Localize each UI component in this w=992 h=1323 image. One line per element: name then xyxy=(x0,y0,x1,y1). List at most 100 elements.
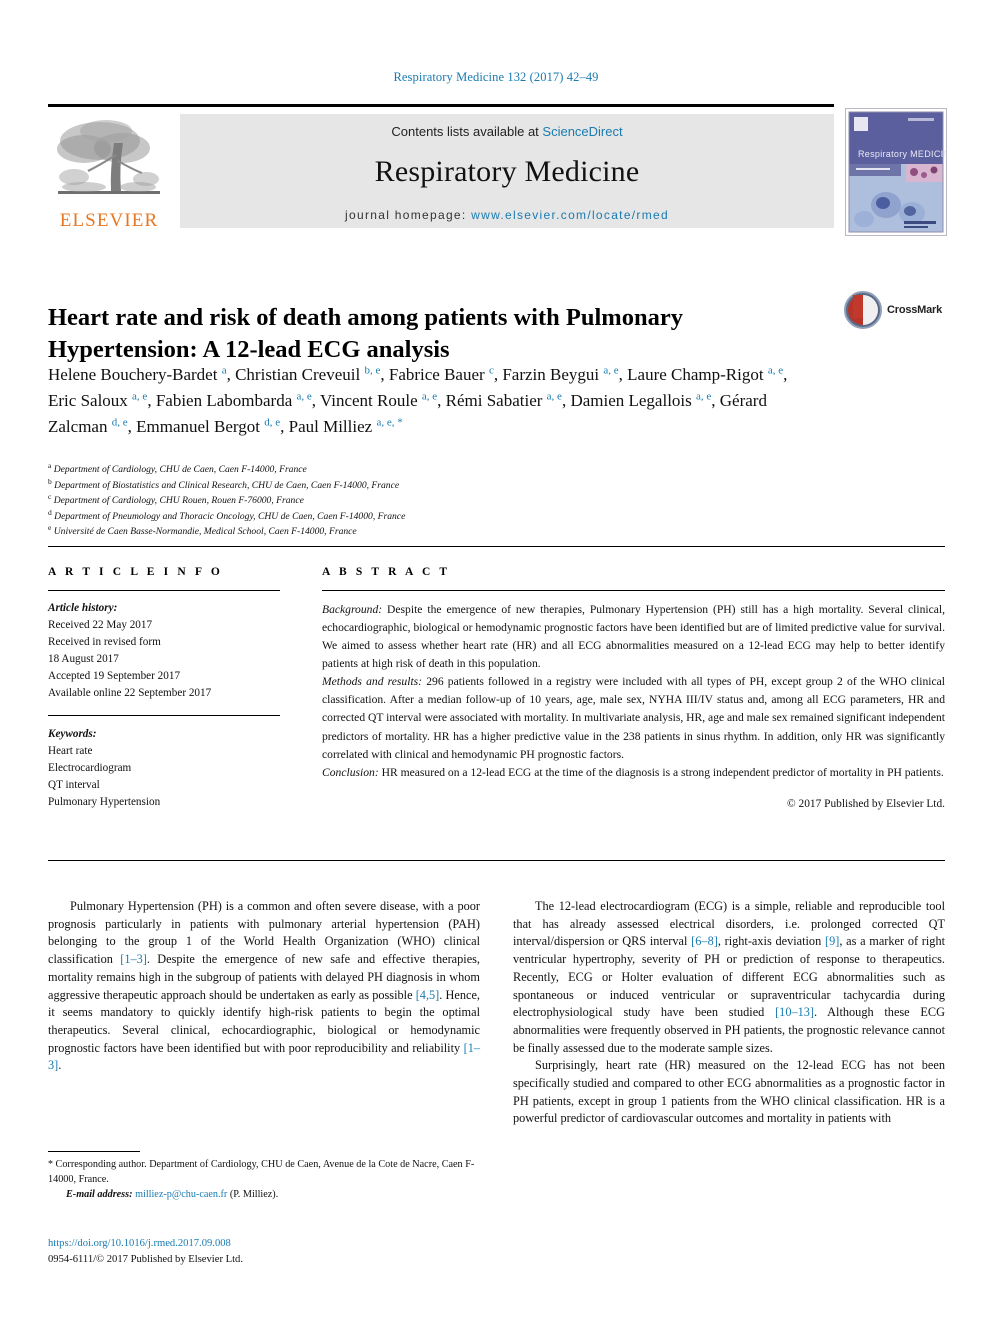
author-name[interactable]: Paul Milliez xyxy=(289,417,377,436)
footnote-rule xyxy=(48,1151,140,1152)
article-history: Article history: Received 22 May 2017 Re… xyxy=(48,600,280,702)
crossmark-badge[interactable]: CrossMark xyxy=(843,288,947,332)
history-item: Received 22 May 2017 xyxy=(48,619,153,632)
author-name[interactable]: Christian Creveuil xyxy=(235,365,364,384)
article-history-label: Article history: xyxy=(48,602,118,614)
sciencedirect-link[interactable]: ScienceDirect xyxy=(542,124,622,139)
affiliation-list: a Department of Cardiology, CHU de Caen,… xyxy=(48,462,748,540)
article-info-column: A R T I C L E I N F O Article history: R… xyxy=(48,566,280,811)
author-affiliation-mark: a, e xyxy=(421,390,438,403)
abstract-conclusion-text: HR measured on a 12-lead ECG at the time… xyxy=(378,765,944,779)
crossmark-icon xyxy=(844,291,882,329)
elsevier-tree-icon xyxy=(57,120,160,194)
abstract-background-label: Background: xyxy=(322,603,383,616)
keyword-item: Electrocardiogram xyxy=(48,762,132,775)
abstract-methods-label: Methods and results: xyxy=(322,675,423,689)
homepage-prefix: journal homepage: xyxy=(345,208,472,222)
affiliation-item: e Université de Caen Basse-Normandie, Me… xyxy=(48,524,748,540)
author-name[interactable]: Vincent Roule xyxy=(320,391,422,410)
abstract-body: Background: Despite the emergence of new… xyxy=(322,601,945,814)
abstract-background: Background: Despite the emergence of new… xyxy=(322,601,945,673)
abstract-conclusion: Conclusion: HR measured on a 12-lead ECG… xyxy=(322,764,945,782)
body-text: . xyxy=(58,1058,62,1073)
affiliation-item: c Department of Cardiology, CHU Rouen, R… xyxy=(48,493,748,509)
article-info-heading: A R T I C L E I N F O xyxy=(48,566,223,578)
corresponding-author-line: * Corresponding author. Department of Ca… xyxy=(48,1158,480,1188)
author-affiliation-mark: d, e xyxy=(264,416,281,428)
running-head: Respiratory Medicine 132 (2017) 42–49 xyxy=(393,70,599,84)
masthead-top-rule xyxy=(48,104,834,107)
body-paragraph: The 12-lead electrocardiogram (ECG) is a… xyxy=(513,898,945,1057)
body-paragraph: Pulmonary Hypertension (PH) is a common … xyxy=(48,898,480,1075)
keyword-item: Pulmonary Hypertension xyxy=(48,796,161,809)
email-line: E-mail address: milliez-p@chu-caen.fr (P… xyxy=(48,1188,480,1203)
imprint-block: https://doi.org/10.1016/j.rmed.2017.09.0… xyxy=(48,1236,480,1268)
author-affiliation-mark: a, e, * xyxy=(376,416,403,428)
elsevier-logo: ELSEVIER xyxy=(48,110,170,232)
body-text: , right-axis deviation xyxy=(717,934,825,949)
abstract-band-bottom-rule xyxy=(48,860,945,861)
citation-ref[interactable]: [9] xyxy=(825,934,839,948)
affiliation-item: a Department of Cardiology, CHU de Caen,… xyxy=(48,462,748,478)
author-affiliation-mark: c xyxy=(488,364,494,377)
abstract-methods: Methods and results: 296 patients follow… xyxy=(322,673,945,763)
author-affiliation-mark: a, e xyxy=(696,390,712,403)
citation-ref[interactable]: [4,5] xyxy=(416,988,440,1002)
author-affiliation-mark: a, e xyxy=(767,364,784,377)
keyword-item: QT interval xyxy=(48,779,100,792)
author-affiliation-mark: a, e xyxy=(132,390,148,403)
author-name[interactable]: Farzin Beygui xyxy=(502,365,603,384)
journal-band: Contents lists available at ScienceDirec… xyxy=(180,114,834,228)
journal-cover-thumbnail: Respiratory MEDICINE xyxy=(845,108,947,236)
author-name[interactable]: Eric Saloux xyxy=(48,391,132,410)
abstract-copyright: © 2017 Published by Elsevier Ltd. xyxy=(787,797,945,810)
issn-copyright: 0954-6111/© 2017 Published by Elsevier L… xyxy=(48,1253,243,1265)
abstract-background-text: Despite the emergence of new therapies, … xyxy=(322,603,945,671)
contents-prefix: Contents lists available at xyxy=(391,124,543,139)
affiliation-text: Department of Cardiology, CHU Rouen, Rou… xyxy=(51,495,304,507)
author-affiliation-mark: a xyxy=(221,364,227,377)
journal-cover-image: Respiratory MEDICINE xyxy=(846,109,946,235)
author-name[interactable]: Helene Bouchery-Bardet xyxy=(48,365,222,384)
affiliation-text: Université de Caen Basse-Normandie, Medi… xyxy=(51,526,357,538)
citation-ref[interactable]: [6–8] xyxy=(691,934,718,948)
abstract-heading: A B S T R A C T xyxy=(322,566,451,578)
journal-title: Respiratory Medicine xyxy=(374,155,640,188)
email-label: E-mail address: xyxy=(66,1188,133,1200)
doi-link[interactable]: https://doi.org/10.1016/j.rmed.2017.09.0… xyxy=(48,1236,480,1252)
history-item: Received in revised form xyxy=(48,636,161,649)
author-name[interactable]: Emmanuel Bergot xyxy=(136,417,264,436)
citation-ref[interactable]: [1–3] xyxy=(120,952,147,966)
author-name[interactable]: Fabien Labombarda xyxy=(156,391,297,410)
citation-ref[interactable]: [10–13] xyxy=(775,1005,814,1019)
author-affiliation-mark: a, e xyxy=(546,390,562,403)
author-affiliation-mark: b, e xyxy=(364,364,381,377)
email-suffix: (P. Milliez). xyxy=(227,1188,279,1200)
author-name[interactable]: Fabrice Bauer xyxy=(389,365,489,384)
affiliation-text: Department of Pneumology and Thoracic On… xyxy=(51,510,406,522)
author-affiliation-mark: a, e xyxy=(603,364,619,377)
author-name[interactable]: Damien Legallois xyxy=(570,391,696,410)
history-item: Available online 22 September 2017 xyxy=(48,687,212,700)
abstract-conclusion-label: Conclusion: xyxy=(322,765,379,779)
corresponding-author-note: * Corresponding author. Department of Ca… xyxy=(48,1158,480,1202)
email-link[interactable]: milliez-p@chu-caen.fr xyxy=(135,1189,227,1200)
homepage-url-link[interactable]: www.elsevier.com/locate/rmed xyxy=(471,208,669,222)
author-name[interactable]: Laure Champ-Rigot xyxy=(627,365,768,384)
affiliation-item: b Department of Biostatistics and Clinic… xyxy=(48,477,748,494)
keywords-block: Keywords: Heart rate Electrocardiogram Q… xyxy=(48,726,280,811)
elsevier-wordmark: ELSEVIER xyxy=(59,210,159,231)
author-affiliation-mark: a, e xyxy=(296,390,312,403)
crossmark-label: CrossMark xyxy=(887,304,943,316)
keyword-item: Heart rate xyxy=(48,745,93,758)
author-name[interactable]: Rémi Sabatier xyxy=(446,391,547,410)
affiliation-text: Department of Cardiology, CHU de Caen, C… xyxy=(51,464,307,475)
abstract-column: A B S T R A C T Background: Despite the … xyxy=(322,566,945,814)
keywords-label: Keywords: xyxy=(48,728,97,741)
keywords-rule xyxy=(48,715,280,717)
journal-masthead: ELSEVIER Contents lists available at Sci… xyxy=(48,110,834,232)
page-title: Heart rate and risk of death among patie… xyxy=(48,304,683,364)
abstract-rule xyxy=(322,590,945,591)
journal-homepage-line: journal homepage: www.elsevier.com/locat… xyxy=(180,189,834,222)
history-item: 18 August 2017 xyxy=(48,653,119,666)
